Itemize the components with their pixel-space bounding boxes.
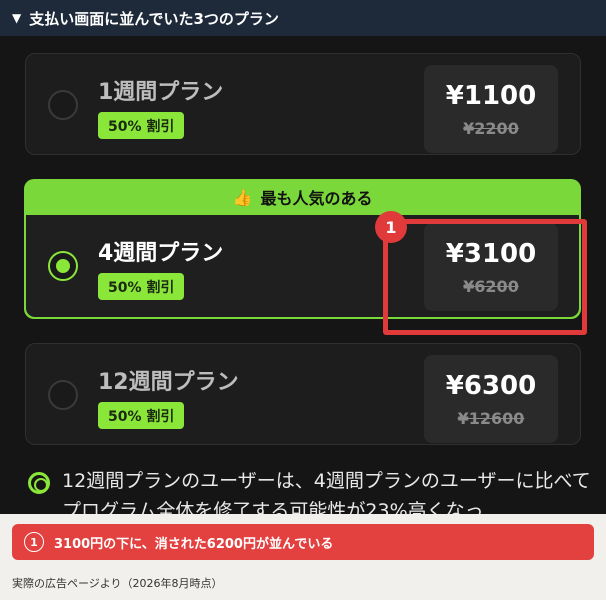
old-price: ¥12600 — [457, 408, 525, 428]
plan-radio[interactable] — [48, 380, 78, 410]
discount-badge: 50% 割引 — [98, 273, 185, 300]
discount-badge: 50% 割引 — [98, 402, 185, 429]
thumbs-up-icon: 👍 — [232, 187, 253, 207]
old-price: ¥2200 — [463, 118, 519, 138]
price: ¥6300 — [445, 370, 537, 401]
section-title: 支払い画面に並んでいた3つのプラン — [29, 9, 279, 28]
popular-tag: 👍 最も人気のある — [24, 179, 581, 215]
annotation-alert: 1 3100円の下に、消された6200円が並んでいる — [12, 524, 594, 560]
plan-radio-selected[interactable] — [48, 251, 78, 281]
section-header[interactable]: ▼ 支払い画面に並んでいた3つのプラン — [0, 0, 606, 36]
discount-badge: 50% 割引 — [98, 112, 185, 139]
source-caption: 実際の広告ページより（2026年8月時点） — [12, 577, 223, 590]
plan-name: 4週間プラン — [98, 241, 224, 266]
alert-number: 1 — [24, 532, 44, 552]
collapse-triangle-icon: ▼ — [12, 11, 22, 25]
price: ¥1100 — [445, 80, 537, 111]
plan-card-12week[interactable]: 12週間プラン 50% 割引 ¥6300 ¥12600 — [25, 343, 581, 445]
plan-radio[interactable] — [48, 90, 78, 120]
target-icon — [28, 472, 50, 494]
price-box: ¥1100 ¥2200 — [424, 65, 558, 153]
popular-tag-label: 最も人気のある — [260, 189, 373, 208]
alert-text: 3100円の下に、消された6200円が並んでいる — [54, 536, 334, 552]
annotation-highlight-box — [383, 219, 587, 335]
plan-name: 1週間プラン — [98, 80, 224, 105]
plan-card-1week[interactable]: 1週間プラン 50% 割引 ¥1100 ¥2200 — [25, 53, 581, 155]
annotation-number-badge: 1 — [375, 211, 407, 243]
plan-name: 12週間プラン — [98, 370, 239, 395]
price-box: ¥6300 ¥12600 — [424, 355, 558, 443]
